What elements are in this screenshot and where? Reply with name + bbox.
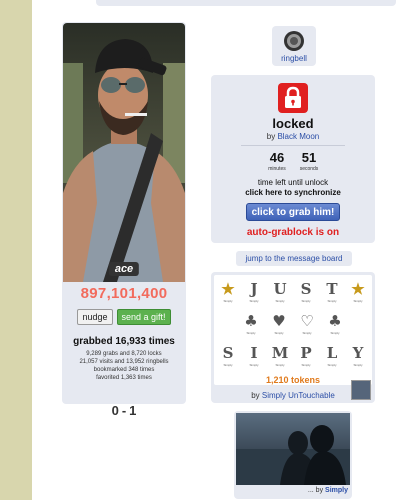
gift-sticker-caption: Simply [330, 331, 340, 335]
lock-divider [241, 145, 345, 146]
stat-favorited: favorited 1,363 times [96, 375, 152, 381]
gift-sticker: P Simply [295, 343, 317, 371]
minutes-block: 46 minutes [259, 150, 295, 172]
gift-sticker-glyph: S [300, 280, 312, 298]
ringbell-label[interactable]: ringbell [272, 54, 316, 63]
gift-sticker-caption: Simply [301, 299, 311, 303]
video-thumbnail[interactable] [236, 413, 350, 485]
ringbell-panel[interactable]: ringbell [272, 26, 316, 66]
stat-visits-ringbells: 21,057 visits and 13,952 ringbells [79, 359, 169, 365]
gift-sticker-glyph: M [271, 344, 289, 362]
message-board-link[interactable]: jump to the message board [236, 251, 352, 266]
gift-sticker-glyph: L [326, 344, 338, 362]
gift-sticker-glyph: T [326, 280, 338, 298]
top-bar [96, 0, 396, 6]
gift-sender-link[interactable]: Simply UnTouchable [262, 391, 335, 400]
ringbell-icon [284, 31, 304, 51]
seconds-value: 51 [301, 150, 317, 165]
gift-sticker: ★ Simply [217, 279, 239, 307]
gift-sticker-caption: Simply [302, 331, 312, 335]
gift-sticker: ♥ Simply [268, 311, 290, 339]
stat-bookmarked: bookmarked 348 times [93, 367, 155, 373]
gift-sticker-glyph: ♣ [328, 312, 342, 330]
seconds-block: 51 seconds [291, 150, 327, 172]
gift-sticker: M Simply [269, 343, 291, 371]
gift-sender-prefix: by [251, 391, 260, 400]
gift-sticker: ♡ Simply [296, 311, 318, 339]
nudge-button[interactable]: nudge [77, 309, 113, 325]
gift-sticker-caption: Simply [274, 331, 284, 335]
gift-sticker-glyph: ♣ [244, 312, 258, 330]
gift-sticker: Y Simply [347, 343, 369, 371]
gift-sticker-glyph: J [250, 280, 258, 298]
gift-sticker-glyph: P [300, 344, 312, 362]
gift-sender: by Simply UnTouchable [211, 391, 375, 400]
gift-sticker-caption: Simply [275, 299, 285, 303]
gift-image[interactable]: ★ Simply J Simply U Simply S Simply T Simply ★ Simp… [214, 275, 372, 385]
gift-sticker: I Simply [243, 343, 265, 371]
stat-grabs-locks: 9,289 grabs and 8,720 locks [86, 351, 162, 357]
video-thumbnail-image [236, 413, 350, 485]
gift-sticker-caption: Simply [223, 299, 233, 303]
profile-name-tag: ace [108, 262, 140, 276]
gift-sticker-glyph: S [222, 344, 234, 362]
video-credit: ... by Simply [308, 487, 348, 494]
auto-grablock-status: auto-grablock is on [246, 227, 340, 238]
time-left-label: time left until unlock [257, 178, 329, 187]
gift-sticker-caption: Simply [327, 363, 337, 367]
padlock-icon [278, 83, 308, 113]
grabbed-count: grabbed 16,933 times [73, 336, 175, 347]
seconds-unit: seconds [299, 166, 319, 172]
record-left: 0 [111, 403, 119, 418]
gift-sticker-caption: Simply [327, 299, 337, 303]
video-panel: ... by Simply [234, 411, 352, 499]
gift-panel: ★ Simply J Simply U Simply S Simply T Simply ★ Simp… [211, 272, 375, 403]
send-gift-button[interactable]: send a gift! [116, 309, 171, 325]
gift-sticker: S Simply [295, 279, 317, 307]
grab-button[interactable]: click to grab him! [246, 203, 340, 221]
gift-sticker-glyph: ♥ [272, 312, 286, 330]
profile-photo[interactable]: ace [63, 23, 185, 282]
profile-panel: ace 897,101,400 nudge send a gift! grabb… [62, 22, 186, 418]
lock-owner-prefix: by [266, 132, 276, 141]
video-credit-link[interactable]: Simply [325, 487, 348, 494]
page-side-stripe [0, 0, 32, 500]
gift-sticker-caption: Simply [223, 363, 233, 367]
gift-sticker-glyph: ★ [351, 280, 365, 298]
gift-sticker-caption: Simply [353, 299, 363, 303]
gift-sticker-caption: Simply [246, 331, 256, 335]
gift-sticker: J Simply [243, 279, 265, 307]
gift-sticker-glyph: I [250, 344, 258, 362]
gift-sticker-glyph: ★ [221, 280, 235, 298]
gift-sticker: ★ Simply [347, 279, 369, 307]
profile-actions: nudge send a gift! [62, 309, 186, 325]
record-separator: - [121, 403, 127, 418]
gift-sticker-caption: Simply [275, 363, 285, 367]
profile-photo-image [63, 23, 185, 282]
synchronize-link[interactable]: click here to synchronize [211, 188, 375, 197]
gift-sticker: U Simply [269, 279, 291, 307]
gift-sticker-glyph: U [273, 280, 287, 298]
lock-owner-link[interactable]: Black Moon [277, 132, 319, 141]
win-loss-record: 0-1 [62, 403, 186, 418]
video-credit-prefix: ... by [307, 487, 324, 494]
record-right: 1 [129, 403, 137, 418]
lock-status-title: locked [272, 116, 314, 131]
gift-sticker: L Simply [321, 343, 343, 371]
gift-sticker-caption: Simply [301, 363, 311, 367]
lock-panel: locked by Black Moon 46 minutes 51 secon… [211, 75, 375, 243]
gift-sticker-caption: Simply [249, 363, 259, 367]
profile-score: 897,101,400 [80, 285, 168, 302]
lock-owner: by Black Moon [211, 132, 375, 141]
gift-sticker-glyph: Y [352, 344, 364, 362]
gift-sticker: ♣ Simply [324, 311, 346, 339]
minutes-unit: minutes [268, 166, 286, 172]
gift-sticker-caption: Simply [353, 363, 363, 367]
gift-sticker: T Simply [321, 279, 343, 307]
gift-sticker: ♣ Simply [240, 311, 262, 339]
gift-sticker-caption: Simply [249, 299, 259, 303]
gift-sticker-glyph: ♡ [300, 312, 314, 330]
gift-sticker: S Simply [217, 343, 239, 371]
minutes-value: 46 [269, 150, 285, 165]
